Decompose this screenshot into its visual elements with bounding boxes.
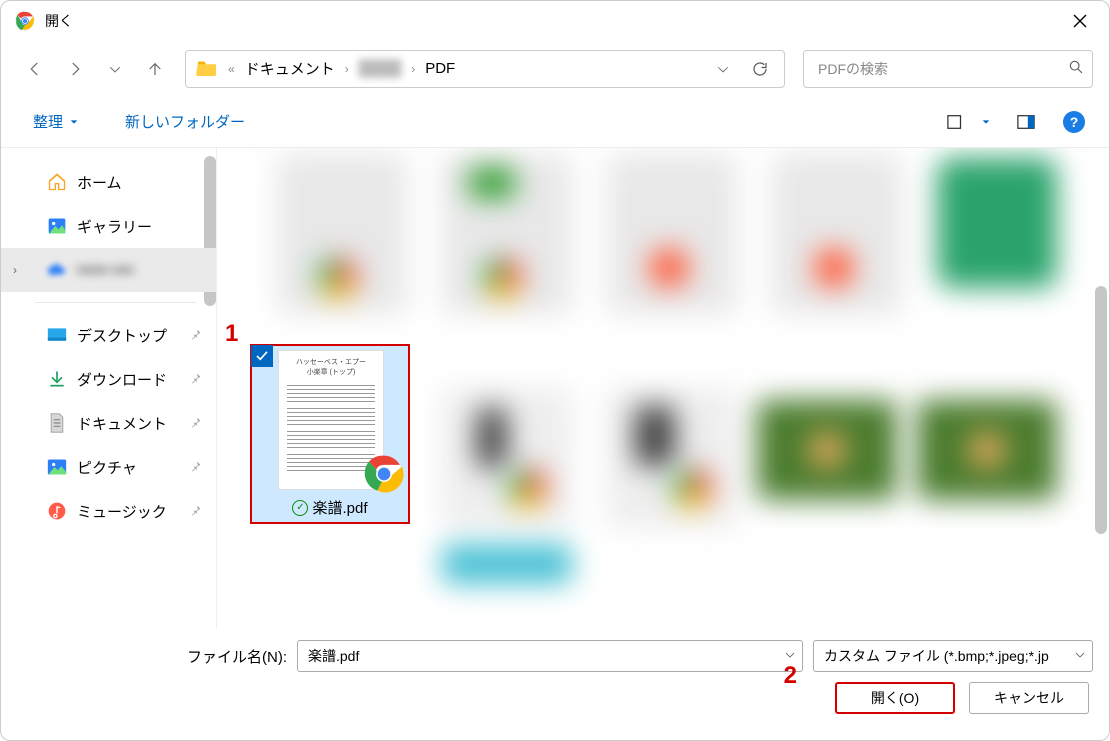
pin-icon [190,503,202,520]
sidebar-item-music[interactable]: ミュージック [1,489,216,533]
view-mode-chevron[interactable] [977,105,995,139]
search-placeholder: PDFの検索 [818,59,1068,79]
downloads-icon [47,369,67,389]
path-separator: « [224,62,239,76]
chrome-icon [364,454,404,494]
search-input[interactable]: PDFの検索 [803,50,1093,88]
file-icon-blurred [649,248,689,288]
titlebar: 開く [1,1,1109,41]
file-icon-blurred [967,430,1007,470]
file-icon-blurred [469,168,515,198]
sidebar-item-onedrive[interactable]: › •••••• •••• [1,248,216,292]
chevron-right-icon: › [407,62,419,76]
sidebar-item-desktop[interactable]: デスクトップ [1,313,216,357]
organize-menu[interactable]: 整理 [25,107,87,136]
refresh-button[interactable] [740,60,780,78]
recent-dropdown[interactable] [97,51,133,87]
file-name: 楽譜.pdf [252,497,408,518]
music-icon [47,501,67,521]
footer: ファイル名(N): 楽譜.pdf カスタム ファイル (*.bmp;*.jpeg… [1,628,1109,740]
nav-row: « ドキュメント › ████ › PDF PDFの検索 [1,41,1109,96]
folder-icon [196,58,218,79]
file-item-blurred [442,544,572,584]
preview-pane-button[interactable] [1009,105,1043,139]
gallery-icon [47,216,67,236]
body: ホーム ギャラリー › •••••• •••• デスクトップ ダウンロード [1,148,1109,628]
chevron-right-icon: › [13,263,17,277]
sidebar: ホーム ギャラリー › •••••• •••• デスクトップ ダウンロード [1,148,217,628]
cancel-button[interactable]: キャンセル [969,682,1089,714]
file-icon-blurred [814,248,854,288]
file-item-selected[interactable]: ハッセーベス・エプー小楽章 (トップ) 楽譜.pdf [250,344,410,524]
file-icon-blurred [635,406,675,466]
documents-icon [47,413,67,433]
checkbox-checked-icon[interactable] [251,345,273,367]
file-item-blurred [607,154,737,314]
file-item-blurred [937,158,1057,288]
toolbar: 整理 新しいフォルダー ? [1,96,1109,148]
pin-icon [190,371,202,388]
file-item-blurred [772,154,902,314]
pictures-icon [47,457,67,477]
file-icon-blurred [507,468,547,508]
file-icon-blurred [482,258,522,298]
new-folder-button[interactable]: 新しいフォルダー [117,107,253,136]
chevron-down-icon[interactable] [1074,648,1086,664]
home-icon [47,172,67,192]
up-button[interactable] [137,51,173,87]
chrome-icon [15,11,35,31]
pin-icon [190,327,202,344]
filename-label: ファイル名(N): [177,646,287,667]
search-icon [1068,59,1084,78]
divider [35,302,196,303]
sync-ok-icon [292,500,308,516]
help-button[interactable]: ? [1057,105,1091,139]
file-icon-blurred [317,258,357,298]
open-dialog: 開く « ドキュメント › ████ › PDF PDFの検索 [0,0,1110,741]
sidebar-item-downloads[interactable]: ダウンロード [1,357,216,401]
file-list[interactable]: 1 ハッセーベス・エプー小楽章 (トップ) 楽譜.pdf [217,148,1109,628]
view-mode-button[interactable] [939,105,973,139]
cloud-icon [47,260,67,280]
callout-1: 1 [225,320,238,348]
path-segment[interactable]: PDF [419,60,461,77]
chevron-down-icon[interactable] [706,62,740,76]
file-item-blurred [442,388,572,528]
address-bar[interactable]: « ドキュメント › ████ › PDF [185,50,785,88]
file-icon-blurred [807,430,847,470]
callout-2: 2 [784,662,797,690]
path-segment[interactable]: ドキュメント [239,58,341,79]
content-scrollbar[interactable] [1095,286,1107,534]
close-button[interactable] [1057,1,1103,41]
chevron-right-icon: › [341,62,353,76]
sidebar-item-gallery[interactable]: ギャラリー [1,204,216,248]
sidebar-item-pictures[interactable]: ピクチャ [1,445,216,489]
filename-input[interactable]: 楽譜.pdf [297,640,803,672]
pin-icon [190,415,202,432]
forward-button[interactable] [57,51,93,87]
open-button[interactable]: 開く(O) [835,682,955,714]
file-icon-blurred [477,408,507,468]
back-button[interactable] [17,51,53,87]
path-segment-hidden[interactable]: ████ [353,60,408,77]
filetype-select[interactable]: カスタム ファイル (*.bmp;*.jpeg;*.jp [813,640,1093,672]
desktop-icon [47,325,67,345]
sidebar-item-home[interactable]: ホーム [1,160,216,204]
window-title: 開く [45,11,1057,31]
pin-icon [190,459,202,476]
file-icon-blurred [672,468,712,508]
sidebar-item-documents[interactable]: ドキュメント [1,401,216,445]
